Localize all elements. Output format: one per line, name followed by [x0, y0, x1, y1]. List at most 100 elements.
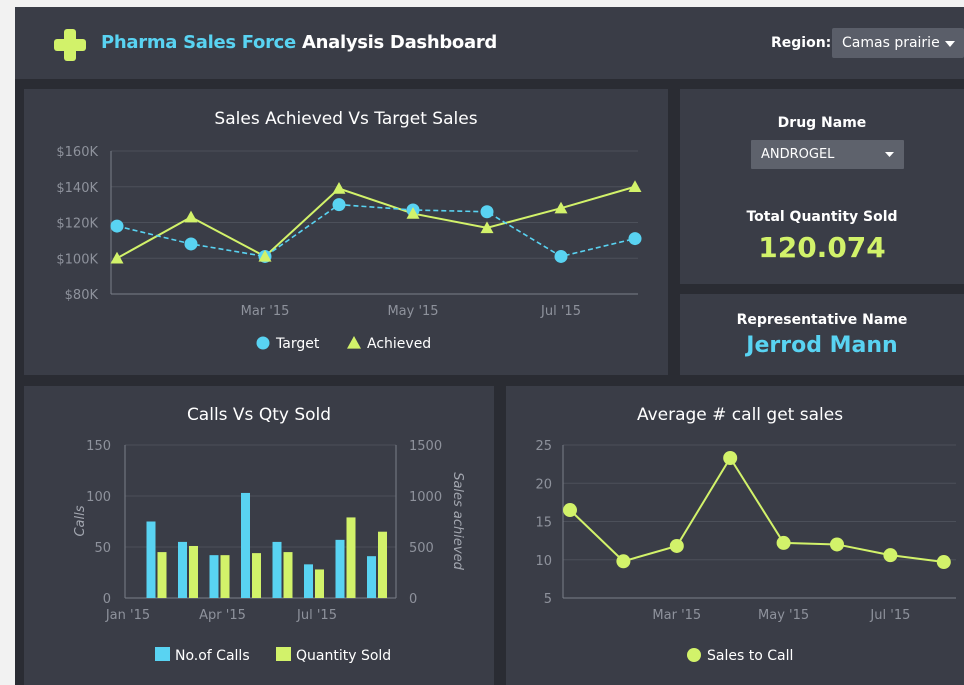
y-tick-label: 150 — [86, 439, 111, 454]
calls-bar — [178, 541, 187, 598]
representative-label: Representative Name — [736, 312, 908, 328]
representative-panel: Representative Name Jerrod Mann — [680, 294, 964, 375]
calls-bar — [304, 564, 313, 598]
x-tick-label: Jul '15 — [540, 304, 581, 319]
target-point — [110, 219, 124, 233]
region-dropdown[interactable]: Camas prairie — [832, 28, 964, 58]
y2-tick-label: 1000 — [409, 490, 442, 505]
chart-title: Average # call get sales — [637, 405, 843, 425]
sales-to-call-point — [723, 451, 738, 466]
qty-bar — [220, 555, 230, 598]
x-tick-label: Mar '15 — [241, 304, 290, 319]
sales-to-call-point — [563, 503, 577, 518]
y-tick-label: $100K — [56, 252, 98, 267]
legend-achieved-marker — [347, 336, 361, 349]
legend-target-label: Target — [275, 336, 320, 352]
qty-bar — [157, 552, 167, 598]
chart-title: Sales Achieved Vs Target Sales — [214, 109, 477, 129]
y-tick-label: 100 — [86, 490, 111, 505]
legend-achieved-label: Achieved — [367, 336, 431, 352]
qty-bar — [346, 517, 356, 598]
target-point — [628, 232, 642, 246]
top-bar: Pharma Sales Force Analysis Dashboard Reg… — [15, 7, 964, 79]
calls-vs-qty-chart: Calls Vs Qty Sold150100500150010005000Ca… — [73, 405, 465, 664]
achieved-point — [110, 251, 124, 264]
qty-bar — [283, 552, 293, 598]
region-value: Camas prairie — [842, 35, 940, 51]
y-tick-label: $160K — [56, 145, 98, 160]
sales-to-call-point — [616, 554, 631, 569]
y-tick-label: $120K — [56, 217, 98, 232]
y-tick-label: 25 — [535, 439, 552, 454]
calls-vs-qty-panel: Calls Vs Qty Sold 150 100 50 0 1500 1000 500 0 Ca… — [24, 386, 494, 685]
calls-bar — [335, 539, 345, 598]
achieved-point — [184, 210, 198, 223]
y2-axis-title: Sales achieved — [450, 472, 465, 570]
drug-dropdown[interactable]: ANDROGEL — [751, 140, 904, 169]
target-point — [480, 205, 494, 219]
achieved-point — [332, 182, 346, 194]
target-point — [332, 198, 346, 212]
y-tick-label: 10 — [535, 554, 552, 569]
legend-qty-label: Quantity Sold — [296, 648, 391, 664]
qty-bar — [315, 569, 324, 598]
chevron-down-icon — [885, 152, 894, 157]
sales-to-call-line — [569, 456, 944, 564]
total-quantity-label: Total Quantity Sold — [746, 209, 898, 225]
x-tick-label: Apr '15 — [199, 608, 246, 623]
achieved-point — [628, 180, 642, 192]
y-tick-label: $140K — [56, 181, 98, 196]
target-point — [184, 237, 198, 251]
legend-sales-to-call-marker — [687, 648, 701, 662]
x-tick-label: May '15 — [387, 304, 438, 319]
sales-to-call-point — [669, 538, 684, 553]
avg-call-sales-chart: Average # call get sales 25 20 15 10 5 Mar '15… — [535, 405, 956, 664]
brand-primary: Pharma Sales Force — [101, 32, 296, 53]
y-tick-label: 50 — [94, 541, 111, 556]
avg-call-sales-panel: Average # call get sales 25 20 15 10 5 Mar '15… — [506, 386, 964, 685]
legend-target-marker — [256, 336, 270, 350]
sales-vs-target-chart: Sales Achieved Vs Target Sales $160K $140K… — [56, 109, 642, 352]
representative-name: Jerrod Mann — [746, 333, 898, 358]
total-quantity-value: 120.074 — [758, 231, 886, 264]
y-axis-title: Calls — [73, 505, 88, 536]
chart-title: Calls Vs Qty Sold — [187, 405, 331, 425]
x-tick-label: Jul '15 — [869, 608, 910, 623]
calls-bar — [241, 492, 250, 598]
qty-bar — [252, 553, 261, 598]
y-tick-label: 15 — [535, 516, 552, 531]
sales-to-call-point — [830, 537, 844, 552]
brand-secondary: Analysis Dashboard — [301, 32, 498, 53]
calls-bar — [367, 556, 376, 598]
chevron-down-icon — [945, 41, 955, 47]
qty-bar — [378, 531, 387, 598]
legend-sales-to-call-label: Sales to Call — [707, 648, 793, 664]
drug-name-label: Drug Name — [777, 115, 867, 131]
x-tick-label: Jan '15 — [105, 608, 150, 623]
x-tick-label: May '15 — [758, 608, 809, 623]
y-tick-label: 0 — [103, 592, 111, 607]
sales-to-call-point — [936, 555, 951, 570]
target-point — [554, 249, 568, 263]
y-tick-label: 20 — [535, 477, 552, 492]
qty-bar — [189, 545, 198, 598]
sales-to-call-point — [883, 548, 898, 563]
legend-qty-marker — [276, 647, 291, 661]
y-tick-label: $80K — [65, 288, 99, 303]
brand-title: Pharma Sales Force Analysis Dashboard — [101, 32, 497, 53]
y2-tick-label: 0 — [409, 592, 417, 607]
calls-bar — [272, 541, 282, 598]
plus-cross-icon — [54, 29, 86, 61]
y-tick-label: 5 — [544, 592, 552, 607]
region-label: Region: — [771, 35, 832, 51]
sales-to-call-point — [776, 535, 791, 550]
legend-calls-marker — [155, 647, 170, 661]
x-tick-label: Jul '15 — [296, 608, 337, 623]
sales-vs-target-panel: Sales Achieved Vs Target Sales $160K $140K… — [24, 89, 668, 375]
drug-selected-value: ANDROGEL — [761, 147, 835, 162]
calls-bar — [209, 555, 219, 598]
y2-tick-label: 1500 — [409, 439, 442, 454]
drug-panel: Drug Name ANDROGEL Total Quantity Sold 1… — [680, 89, 964, 284]
calls-bar — [146, 521, 156, 598]
dashboard: Pharma Sales Force Analysis Dashboard Reg… — [15, 7, 964, 685]
